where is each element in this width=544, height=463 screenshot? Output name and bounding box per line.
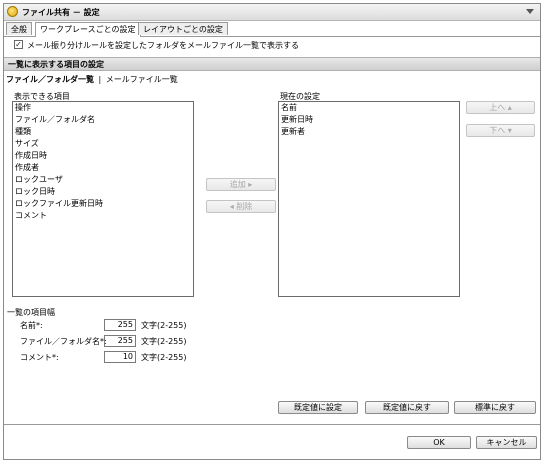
- restore-standard-button[interactable]: 標準に戻す: [454, 401, 536, 414]
- section-title: 一覧に表示する項目の設定: [8, 60, 104, 69]
- list-item[interactable]: コメント: [13, 210, 193, 222]
- settings-window: ファイル共有 － 設定 全般 ワークプレースごとの設定 レイアウトごとの設定 ✓…: [3, 3, 541, 460]
- title-bar: ファイル共有 － 設定: [4, 4, 540, 21]
- subtab-bar: ファイル／フォルダ一覧 | メールファイル一覧: [6, 74, 178, 85]
- subtab-separator: |: [98, 75, 102, 84]
- list-item[interactable]: 更新者: [279, 126, 459, 138]
- filename-width-unit: 文字(2-255): [141, 337, 187, 346]
- comment-width-input[interactable]: 10: [104, 351, 136, 363]
- name-width-label: 名前*:: [20, 321, 43, 330]
- list-item[interactable]: ロックファイル更新日時: [13, 198, 193, 210]
- restore-default-button[interactable]: 既定値に戻す: [365, 401, 449, 414]
- section-header: 一覧に表示する項目の設定: [4, 57, 540, 71]
- list-item[interactable]: 名前: [279, 102, 459, 114]
- column-width-title: 一覧の項目幅: [7, 308, 55, 317]
- comment-width-label: コメント*:: [20, 353, 59, 362]
- subtab-mail-file-list[interactable]: メールファイル一覧: [106, 75, 178, 84]
- list-item[interactable]: 作成者: [13, 162, 193, 174]
- mail-rule-checkbox[interactable]: ✓: [14, 40, 23, 49]
- name-width-unit: 文字(2-255): [141, 321, 187, 330]
- available-items-list[interactable]: 操作 ファイル／フォルダ名 種類 サイズ 作成日時 作成者 ロックユーザ ロック…: [12, 101, 194, 297]
- add-button[interactable]: 追加 ▸: [206, 178, 276, 191]
- comment-width-unit: 文字(2-255): [141, 353, 187, 362]
- name-width-input[interactable]: 255: [104, 319, 136, 331]
- tab-bar: 全般 ワークプレースごとの設定 レイアウトごとの設定: [4, 21, 540, 37]
- set-default-button[interactable]: 既定値に設定: [278, 401, 358, 414]
- list-item[interactable]: ロック日時: [13, 186, 193, 198]
- window-title: ファイル共有 － 設定: [22, 8, 100, 17]
- current-items-list[interactable]: 名前 更新日時 更新者: [278, 101, 460, 297]
- move-down-button[interactable]: 下へ ▾: [466, 124, 535, 137]
- list-item[interactable]: 種類: [13, 126, 193, 138]
- tab-layout-settings[interactable]: レイアウトごとの設定: [138, 22, 228, 35]
- move-up-button[interactable]: 上へ ▴: [466, 101, 535, 114]
- list-item[interactable]: ロックユーザ: [13, 174, 193, 186]
- window-menu-icon[interactable]: [526, 9, 534, 14]
- tab-workplace-settings[interactable]: ワークプレースごとの設定: [35, 22, 141, 37]
- filename-width-label: ファイル／フォルダ名*:: [20, 337, 107, 346]
- list-item[interactable]: ファイル／フォルダ名: [13, 114, 193, 126]
- list-item[interactable]: 作成日時: [13, 150, 193, 162]
- list-item[interactable]: サイズ: [13, 138, 193, 150]
- list-item[interactable]: 更新日時: [279, 114, 459, 126]
- mail-rule-label: メール振り分けルールを設定したフォルダをメールファイル一覧で表示する: [27, 41, 299, 50]
- list-item[interactable]: 操作: [13, 102, 193, 114]
- footer-divider: [4, 424, 540, 425]
- app-icon: [7, 6, 18, 17]
- tab-general[interactable]: 全般: [6, 22, 32, 35]
- subtab-file-folder-list[interactable]: ファイル／フォルダ一覧: [6, 75, 94, 84]
- cancel-button[interactable]: キャンセル: [476, 436, 537, 449]
- ok-button[interactable]: OK: [407, 436, 471, 449]
- filename-width-input[interactable]: 255: [104, 335, 136, 347]
- remove-button[interactable]: ◂ 削除: [206, 200, 276, 213]
